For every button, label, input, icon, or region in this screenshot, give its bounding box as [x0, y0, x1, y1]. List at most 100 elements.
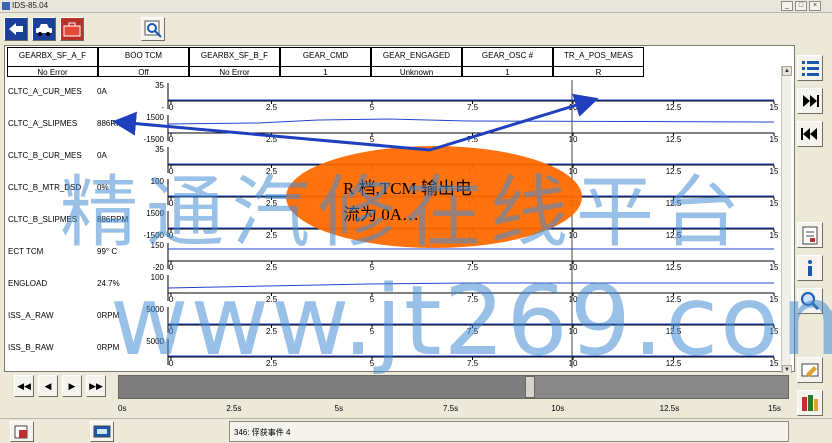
step-back-button[interactable]: ◀ — [38, 375, 58, 397]
pid-cell[interactable]: BOO TCM Off — [98, 47, 189, 77]
vcm-button[interactable] — [90, 421, 114, 442]
x-tick-label: 12.5 — [666, 359, 682, 368]
x-tick-label: 0 — [169, 167, 174, 176]
toolbox-button[interactable] — [60, 17, 84, 41]
next-page-button[interactable] — [797, 88, 823, 114]
x-tick-label: 15 — [770, 103, 779, 112]
x-tick-label: 10 — [569, 167, 578, 176]
y-max-label: 5000 — [146, 337, 164, 346]
step-forward-button[interactable]: ▶ — [62, 375, 82, 397]
x-tick-label: 10 — [569, 231, 578, 240]
eraser-icon — [801, 363, 819, 377]
x-tick-label: 12.5 — [666, 231, 682, 240]
x-tick-label: 2.5 — [266, 263, 278, 272]
timeline-tick-label: 2.5s — [226, 404, 242, 413]
x-tick-label: 10 — [569, 359, 578, 368]
timeline-tick-label: 0s — [118, 404, 127, 413]
previous-page-button[interactable] — [797, 121, 823, 147]
pid-cell[interactable]: GEARBX_SF_B_F No Error — [189, 47, 280, 77]
scroll-up-icon[interactable]: ▲ — [782, 66, 792, 76]
x-tick-label: 12.5 — [666, 295, 682, 304]
maximize-button[interactable]: □ — [795, 1, 807, 11]
signal-label: CLTC_A_SLIPMES — [8, 119, 77, 128]
fast-forward-button[interactable]: ▶▶ — [86, 375, 106, 397]
timeline-slider[interactable] — [118, 375, 789, 399]
x-tick-label: 5 — [370, 327, 375, 336]
x-tick-label: 5 — [370, 359, 375, 368]
signal-label: ECT TCM — [8, 247, 44, 256]
pid-cell[interactable]: GEAR_CMD 1 — [280, 47, 371, 77]
x-tick-label: 12.5 — [666, 199, 682, 208]
x-tick-label: 0 — [169, 103, 174, 112]
signal-label: CLTC_B_CUR_MES — [8, 151, 82, 160]
pid-name: GEARBX_SF_A_F — [18, 51, 87, 60]
y-max-label: 100 — [151, 273, 165, 282]
pid-list-button[interactable] — [797, 55, 823, 81]
x-tick-label: 5 — [370, 295, 375, 304]
timeline-axis: 0s 2.5s 5s 7.5s 10s 12.5s 15s — [118, 401, 783, 415]
x-tick-label: 15 — [770, 263, 779, 272]
y-max-label: 5000 — [146, 305, 164, 314]
x-tick-label: 2.5 — [266, 231, 278, 240]
timeline-thumb[interactable] — [525, 376, 536, 398]
vehicle-button[interactable] — [32, 17, 56, 41]
pid-cell[interactable]: TR_A_POS_MEAS R — [553, 47, 644, 77]
x-tick-label: 2.5 — [266, 199, 278, 208]
rewind-button[interactable]: ◀◀ — [14, 375, 34, 397]
pid-name: GEAR_CMD — [302, 51, 349, 60]
timeline-tick-label: 15s — [768, 404, 781, 413]
y-max-label: 35 — [155, 145, 164, 154]
x-tick-label: 10 — [569, 327, 578, 336]
playback-bar: ◀◀ ◀ ▶ ▶▶ — [4, 373, 795, 401]
x-tick-label: 0 — [169, 263, 174, 272]
zoom-button[interactable] — [797, 288, 823, 314]
timeline-tick-label: 5s — [334, 404, 344, 413]
x-tick-label: 12.5 — [666, 263, 682, 272]
print-button[interactable] — [797, 390, 823, 416]
pid-cell[interactable]: GEAR_OSC # 1 — [462, 47, 553, 77]
x-tick-label: 7.5 — [467, 359, 479, 368]
signal-value: 24.7% — [97, 279, 120, 288]
vertical-scrollbar[interactable]: ▲ ▼ — [781, 66, 792, 377]
magnifier-chart-icon — [144, 20, 162, 38]
pid-value: No Error — [8, 66, 97, 77]
x-tick-label: 15 — [770, 199, 779, 208]
pid-name: GEAR_ENGAGED — [382, 51, 451, 60]
x-tick-label: 2.5 — [266, 103, 278, 112]
pid-value: R — [554, 66, 643, 77]
report-button[interactable] — [797, 222, 823, 248]
x-tick-label: 7.5 — [467, 295, 479, 304]
pid-cell[interactable]: GEARBX_SF_A_F No Error — [7, 47, 98, 77]
y-min-label: - — [161, 103, 164, 112]
data-logger-button[interactable] — [141, 17, 165, 41]
y-max-label: 150 — [151, 241, 165, 250]
x-tick-label: 2.5 — [266, 295, 278, 304]
signal-value: 0A — [97, 87, 107, 96]
y-max-label: 35 — [155, 81, 164, 90]
signal-trace — [167, 118, 775, 125]
x-tick-label: 15 — [770, 327, 779, 336]
close-button[interactable]: × — [809, 1, 821, 11]
pid-cell[interactable]: GEAR_ENGAGED Unknown — [371, 47, 462, 77]
signal-value: 0% — [97, 183, 109, 192]
status-bar: 346: 俘获事件 4 — [0, 418, 832, 443]
y-max-label: 100 — [151, 177, 165, 186]
toolbar — [0, 14, 832, 44]
minimize-button[interactable]: _ — [781, 1, 793, 11]
x-tick-label: 12.5 — [666, 135, 682, 144]
signal-value: 99° C — [97, 247, 117, 256]
x-tick-label: 5 — [370, 263, 375, 272]
signal-value: 0RPM — [97, 311, 120, 320]
timeline-progress — [119, 376, 531, 398]
skip-forward-icon — [803, 95, 819, 107]
module-button[interactable] — [10, 421, 34, 442]
back-arrow-button[interactable] — [4, 17, 28, 41]
info-button[interactable] — [797, 255, 823, 281]
pid-name: GEAR_OSC # — [481, 51, 534, 60]
zoom-icon — [801, 292, 820, 311]
signal-trace — [167, 282, 774, 289]
timeline-tick-label: 12.5s — [659, 404, 680, 413]
edit-button[interactable] — [797, 357, 823, 383]
x-tick-label: 15 — [770, 167, 779, 176]
signal-label: CLTC_A_CUR_MES — [8, 87, 82, 96]
